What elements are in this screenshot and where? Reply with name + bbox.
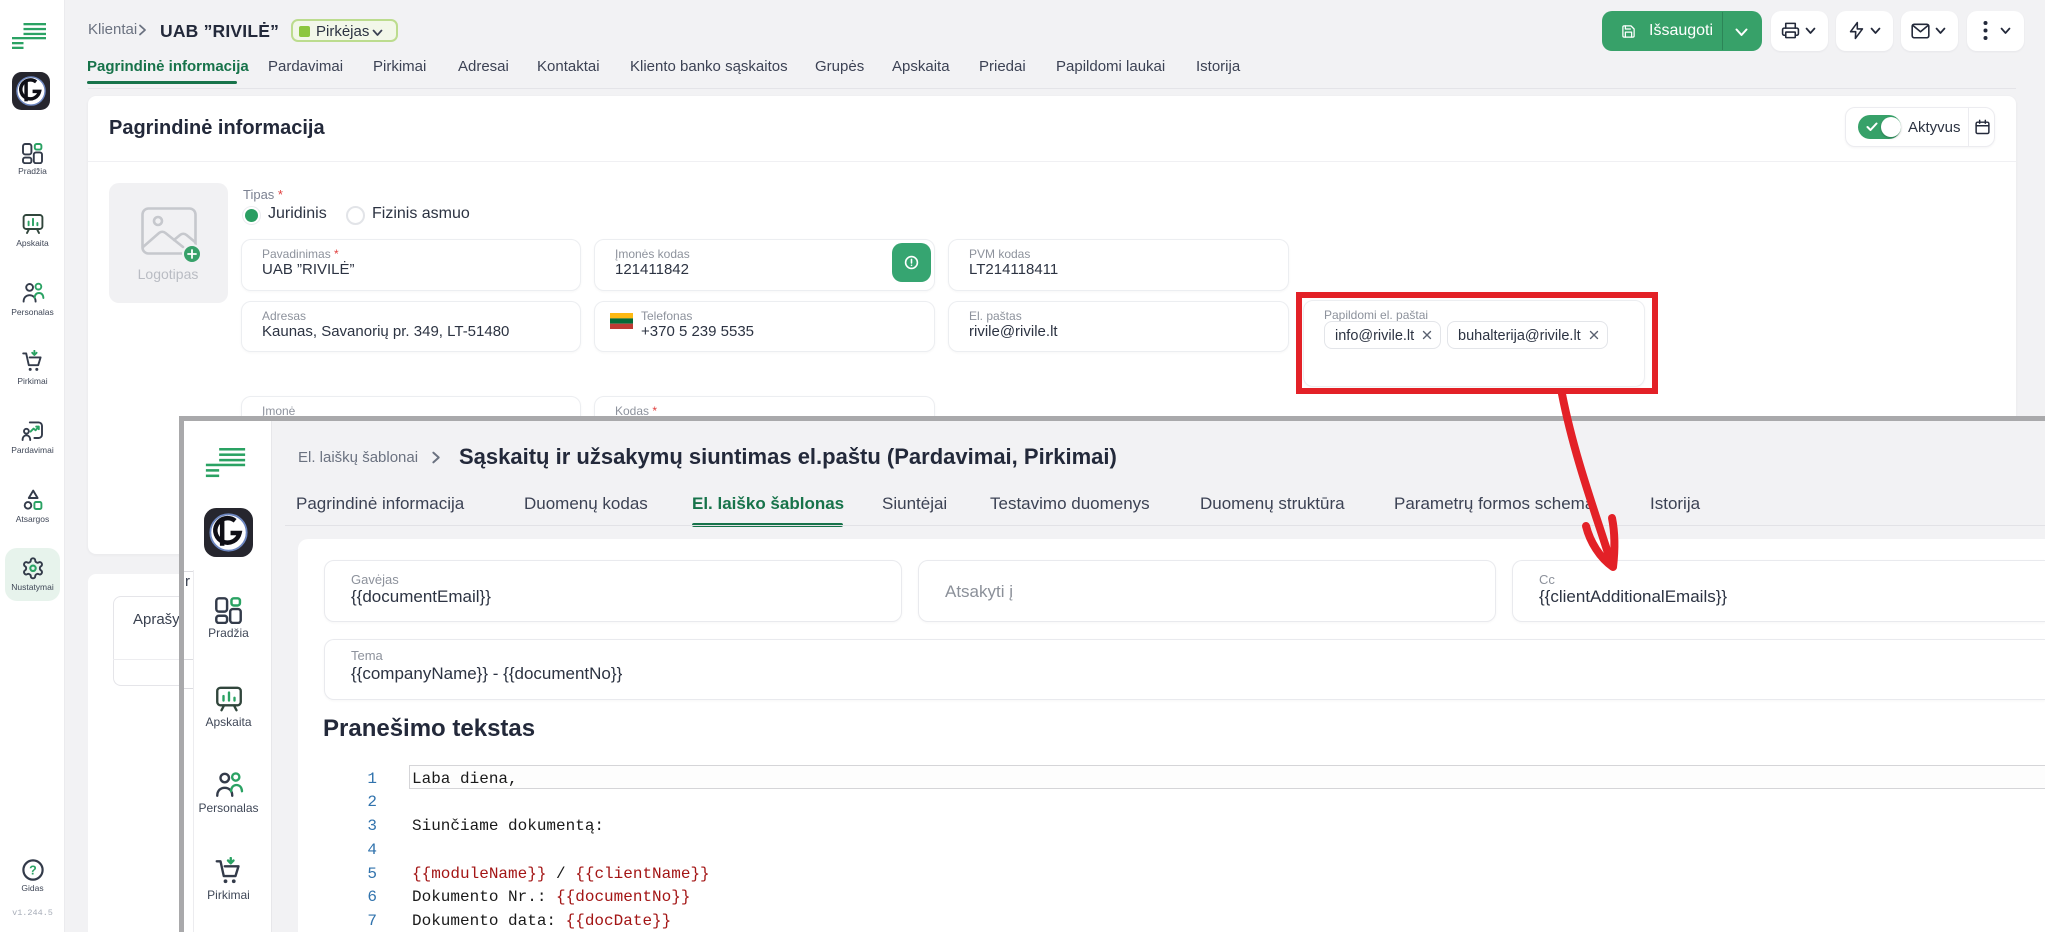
svg-text:?: ? bbox=[29, 863, 37, 877]
